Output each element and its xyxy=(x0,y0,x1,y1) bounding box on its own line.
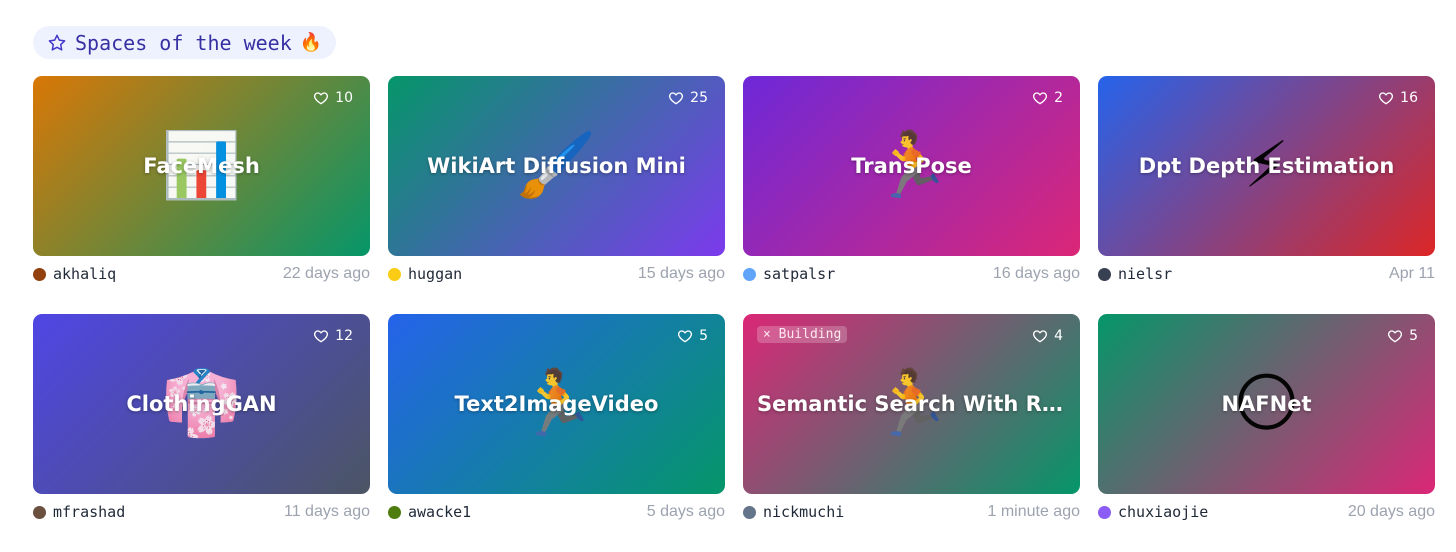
timestamp: 11 days ago xyxy=(284,503,370,520)
space-card[interactable]: 👘 ClothingGAN 12 xyxy=(33,314,370,494)
timestamp: 1 minute ago xyxy=(987,503,1080,520)
space-meta: akhaliq 22 days ago xyxy=(33,256,370,292)
space-card[interactable]: 🌕 NAFNet 5 xyxy=(1098,314,1435,494)
author-name: huggan xyxy=(408,265,463,283)
space-card[interactable]: 🏃Semantic Search With Retrieve ...× Buil… xyxy=(743,314,1080,494)
status-badge: × Building xyxy=(757,326,848,343)
space-title: WikiArt Diffusion Mini xyxy=(427,154,686,178)
like-button[interactable]: 10 xyxy=(313,90,353,106)
timestamp: Apr 11 xyxy=(1389,265,1435,282)
author-link[interactable]: huggan xyxy=(388,265,462,283)
space-title: TransPose xyxy=(851,154,972,178)
like-button[interactable]: 2 xyxy=(1032,90,1063,106)
spaces-grid: 📊 FaceMesh 10 akhaliq 22 days ago 🖌️ WikiArt D… xyxy=(33,76,1435,552)
avatar xyxy=(33,267,46,281)
space-title: Text2ImageVideo xyxy=(454,392,659,416)
space-card[interactable]: 🏃 Text2ImageVideo 5 xyxy=(388,314,725,494)
space-title: Dpt Depth Estimation xyxy=(1138,154,1395,178)
space-item: 🏃Semantic Search With Retrieve ...× Buil… xyxy=(743,314,1080,552)
like-count: 12 xyxy=(335,328,353,344)
space-meta: awacke1 5 days ago xyxy=(388,494,725,530)
like-count: 5 xyxy=(699,328,708,344)
author-link[interactable]: chuxiaojie xyxy=(1098,503,1208,521)
like-button[interactable]: 5 xyxy=(1387,328,1418,344)
avatar xyxy=(1098,267,1111,281)
avatar xyxy=(1098,505,1111,519)
fire-icon: 🔥 xyxy=(299,32,323,53)
section-title: Spaces of the week xyxy=(75,30,292,55)
author-link[interactable]: awacke1 xyxy=(388,503,471,521)
space-item: 📊 FaceMesh 10 akhaliq 22 days ago xyxy=(33,76,370,314)
like-count: 4 xyxy=(1054,328,1063,344)
timestamp: 15 days ago xyxy=(637,265,725,282)
like-button[interactable]: 12 xyxy=(313,328,353,344)
space-card[interactable]: 📊 FaceMesh 10 xyxy=(33,76,370,256)
space-title: FaceMesh xyxy=(143,154,260,178)
author-name: mfrashad xyxy=(53,503,126,521)
timestamp: 20 days ago xyxy=(1347,503,1435,520)
space-meta: satpalsr 16 days ago xyxy=(743,256,1080,292)
like-button[interactable]: 25 xyxy=(668,90,708,106)
heart-icon xyxy=(1032,328,1048,344)
like-count: 5 xyxy=(1409,328,1418,344)
author-name: chuxiaojie xyxy=(1118,503,1209,521)
space-title: NAFNet xyxy=(1221,392,1312,416)
space-card[interactable]: 🏃 TransPose 2 xyxy=(743,76,1080,256)
heart-icon xyxy=(677,328,693,344)
space-meta: nickmuchi 1 minute ago xyxy=(743,494,1080,530)
author-link[interactable]: satpalsr xyxy=(743,265,835,283)
avatar xyxy=(743,505,756,519)
space-title: Semantic Search With Retrieve ... xyxy=(757,392,1066,416)
avatar xyxy=(388,505,401,519)
space-meta: huggan 15 days ago xyxy=(388,256,725,292)
author-name: awacke1 xyxy=(408,503,472,521)
author-name: akhaliq xyxy=(53,265,117,283)
section-header: Spaces of the week 🔥 xyxy=(33,26,337,59)
avatar xyxy=(33,505,46,519)
heart-icon xyxy=(1032,90,1048,106)
heart-icon xyxy=(313,328,329,344)
like-count: 2 xyxy=(1054,90,1063,106)
timestamp: 22 days ago xyxy=(282,265,370,282)
space-meta: chuxiaojie 20 days ago xyxy=(1098,494,1435,530)
like-count: 10 xyxy=(335,90,353,106)
space-item: 🏃 Text2ImageVideo 5 awacke1 5 days ago xyxy=(388,314,725,552)
author-link[interactable]: nickmuchi xyxy=(743,503,844,521)
space-meta: mfrashad 11 days ago xyxy=(33,494,370,530)
timestamp: 16 days ago xyxy=(992,265,1080,282)
space-item: 🏃 TransPose 2 satpalsr 16 days ago xyxy=(743,76,1080,314)
author-name: satpalsr xyxy=(763,265,836,283)
heart-icon xyxy=(1387,328,1403,344)
like-button[interactable]: 5 xyxy=(677,328,708,344)
space-title: ClothingGAN xyxy=(126,392,277,416)
heart-icon xyxy=(313,90,329,106)
heart-icon xyxy=(668,90,684,106)
space-card[interactable]: ⚡ Dpt Depth Estimation 16 xyxy=(1098,76,1435,256)
like-button[interactable]: 16 xyxy=(1378,90,1418,106)
heart-icon xyxy=(1378,90,1394,106)
author-link[interactable]: akhaliq xyxy=(33,265,116,283)
star-icon xyxy=(47,33,67,53)
author-link[interactable]: nielsr xyxy=(1098,265,1172,283)
space-item: 🖌️ WikiArt Diffusion Mini 25 huggan 15 days … xyxy=(388,76,725,314)
author-name: nielsr xyxy=(1118,265,1173,283)
space-item: 🌕 NAFNet 5 chuxiaojie 20 days ago xyxy=(1098,314,1435,552)
like-count: 25 xyxy=(690,90,708,106)
space-meta: nielsr Apr 11 xyxy=(1098,256,1435,292)
timestamp: 5 days ago xyxy=(646,503,725,520)
like-button[interactable]: 4 xyxy=(1032,328,1063,344)
author-link[interactable]: mfrashad xyxy=(33,503,125,521)
avatar xyxy=(743,267,756,281)
avatar xyxy=(388,267,401,281)
space-card[interactable]: 🖌️ WikiArt Diffusion Mini 25 xyxy=(388,76,725,256)
space-item: 👘 ClothingGAN 12 mfrashad 11 days ago xyxy=(33,314,370,552)
author-name: nickmuchi xyxy=(763,503,845,521)
like-count: 16 xyxy=(1400,90,1418,106)
space-item: ⚡ Dpt Depth Estimation 16 nielsr Apr 11 xyxy=(1098,76,1435,314)
